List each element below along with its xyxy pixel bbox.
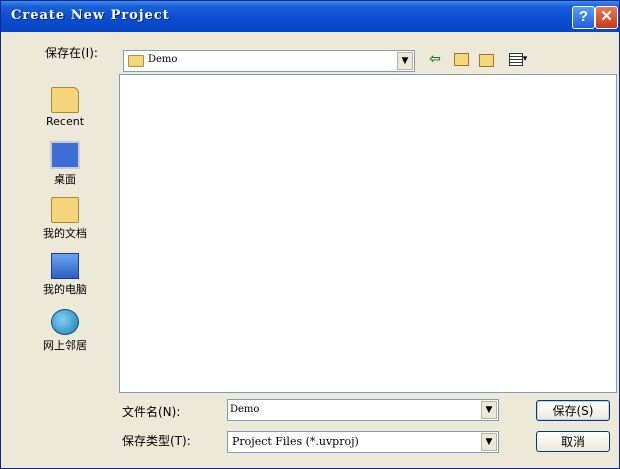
save-button[interactable]: 保存(S)	[536, 400, 610, 421]
new-folder-icon[interactable]	[478, 51, 494, 67]
my-computer-icon	[51, 253, 79, 279]
view-menu-icon[interactable]: ▾	[503, 51, 533, 67]
place-label: 我的电脑	[43, 283, 87, 296]
look-in-label: 保存在(I):	[45, 46, 98, 60]
place-label: 桌面	[54, 173, 76, 186]
file-type-label: 保存类型(T):	[122, 434, 191, 448]
chevron-down-icon[interactable]: ▼	[481, 433, 497, 451]
place-my-documents[interactable]: 我的文档	[37, 197, 93, 241]
up-folder-icon[interactable]	[453, 51, 469, 67]
cancel-button[interactable]: 取消	[536, 431, 610, 452]
desktop-icon	[50, 141, 80, 169]
file-type-select[interactable]: Project Files (*.uvproj) ▼	[227, 431, 499, 453]
chevron-down-icon[interactable]: ▼	[481, 401, 497, 419]
file-name-input[interactable]	[230, 401, 478, 417]
file-name-label: 文件名(N):	[122, 405, 181, 419]
dialog-title: Create New Project	[11, 8, 170, 23]
file-name-combo[interactable]: ▼	[227, 399, 499, 421]
close-button[interactable]: ✕	[595, 6, 618, 29]
look-in-value: Demo	[148, 54, 178, 65]
network-icon	[51, 309, 79, 335]
create-project-dialog: Create New Project ? ✕ 保存在(I): Demo ▼ ⇦ …	[0, 0, 620, 469]
place-desktop[interactable]: 桌面	[37, 141, 93, 187]
place-recent[interactable]: Recent	[37, 87, 93, 128]
title-bar[interactable]: Create New Project ? ✕	[1, 1, 619, 32]
place-label: 我的文档	[43, 227, 87, 240]
close-icon: ✕	[600, 8, 613, 25]
folder-icon	[128, 55, 144, 67]
place-my-computer[interactable]: 我的电脑	[37, 253, 93, 297]
file-list[interactable]	[119, 74, 617, 393]
chevron-down-icon[interactable]: ▼	[397, 52, 413, 70]
place-label: Recent	[45, 115, 85, 128]
place-label: 网上邻居	[43, 339, 87, 352]
my-documents-icon	[51, 197, 79, 223]
place-network[interactable]: 网上邻居	[37, 309, 93, 353]
look-in-dropdown[interactable]: Demo ▼	[123, 50, 415, 72]
help-button[interactable]: ?	[572, 6, 595, 29]
question-mark-icon: ?	[578, 8, 589, 25]
recent-folder-icon	[51, 87, 79, 113]
file-type-value: Project Files (*.uvproj)	[232, 435, 359, 448]
back-arrow-icon[interactable]: ⇦	[427, 51, 443, 67]
